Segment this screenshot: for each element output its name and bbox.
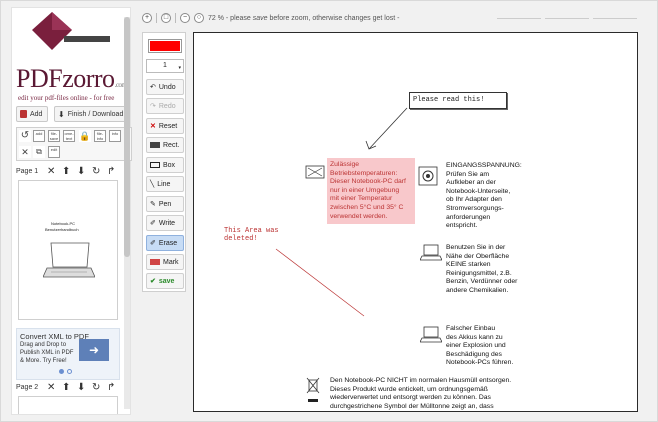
redo-button[interactable]: ↷ Redo [146, 98, 184, 114]
divider [175, 13, 176, 23]
left-panel: PDFzorro.com edit your pdf-files online … [11, 7, 132, 415]
zoom-reset-icon[interactable]: ○ [194, 13, 204, 23]
mark-button[interactable]: Mark [146, 254, 184, 270]
check-icon: ✔ [150, 278, 156, 285]
finish-download-label: Finish / Download [67, 110, 124, 118]
voltage-text: EINGANGSSPANNUNG: Prüfen Sie am Aufkleber … [446, 162, 522, 230]
edit-page-icon[interactable]: edit [48, 146, 60, 158]
add-page-icon[interactable]: add [33, 130, 45, 142]
redo-icon: ↷ [150, 103, 156, 110]
reset-button[interactable]: ✕ Reset [146, 118, 184, 134]
filled-rect-icon [150, 142, 160, 148]
disposal-text: Den Notebook-PC NICHT im normalen Hausmü… [330, 377, 512, 410]
pdfzorro-editor: PDFzorro.com edit your pdf-files online … [0, 0, 658, 422]
delete-page1-icon[interactable]: ✕ [45, 166, 57, 177]
pen-icon: ✎ [150, 201, 156, 208]
undo-button[interactable]: ↶ Undo [146, 79, 184, 95]
page2-toolbar: Page 2 ✕ ⬆ ⬇ ↻ ↱ [16, 382, 117, 393]
undo-icon: ↶ [150, 84, 156, 91]
page-tools-grid: ↺ add file-save ome-text 🔒 file-info inf… [16, 127, 132, 161]
line-button[interactable]: ╲ Line [146, 176, 184, 192]
page1-thumbnail[interactable]: Notebook-PC Benutzerhandbuch [18, 180, 118, 320]
finish-download-button[interactable]: ⬇ Finish / Download [54, 106, 130, 122]
add-button-label: Add [30, 110, 43, 118]
line-icon: ╲ [150, 181, 155, 188]
page1-toolbar: Page 1 ✕ ⬆ ⬇ ↻ ↱ [16, 166, 117, 177]
laptop-cleaning-icon [420, 244, 442, 261]
zoom-in-icon[interactable]: + [142, 13, 152, 23]
marker-icon [150, 259, 160, 265]
eraser-icon: ✐ [150, 240, 156, 247]
ad-line-4: & More. Try Free! [20, 358, 67, 364]
cleaning-text: Benutzen Sie in der Nähe der Oberfläche KE… [446, 244, 518, 294]
page2-thumbnail[interactable] [18, 396, 118, 414]
ad-dot[interactable] [67, 369, 72, 374]
temperature-warning-box: Zulässige Betriebstemperaturen: Dieser Not… [327, 158, 415, 225]
thumb-subtitle: Benutzerhandbuch [45, 227, 79, 232]
file-save-icon[interactable]: file-save [48, 130, 60, 142]
rect-button[interactable]: Rect. [146, 137, 184, 153]
logo-tagline: edit your pdf-files online - for free [18, 94, 115, 102]
box-outline-icon [150, 162, 160, 168]
info-icon[interactable]: info [109, 130, 121, 142]
logo-brand: PDFzorro.com [16, 64, 127, 93]
move-up-page1-icon[interactable]: ⬆ [60, 166, 72, 177]
box-button[interactable]: Box [146, 157, 184, 173]
write-icon: ✐ [150, 220, 156, 227]
deleted-note[interactable]: This Area was deleted! [224, 227, 279, 243]
add-file-icon [20, 110, 27, 118]
logo-icon [32, 12, 110, 50]
save-button[interactable]: ✔ save [146, 273, 184, 289]
color-picker[interactable] [148, 39, 182, 53]
rotate-page2-icon[interactable]: ↻ [90, 382, 102, 393]
page2-label: Page 2 [16, 384, 39, 391]
rotate-page1-icon[interactable]: ↻ [90, 166, 102, 177]
laptop-battery-icon [420, 326, 442, 343]
zoom-fit-icon[interactable]: □ [161, 13, 171, 23]
zoom-status: 72 % - please save before zoom, otherwis… [208, 14, 400, 22]
pdf-canvas[interactable]: Please read this! This Area was deleted! … [193, 32, 638, 412]
ad-arrow-icon[interactable]: ➜ [79, 339, 109, 361]
thumb-title: Notebook-PC [51, 221, 76, 226]
pen-button[interactable]: ✎ Pen [146, 196, 184, 212]
ad-line-2: Drag and Drop to [20, 342, 67, 348]
crossed-bin-icon [306, 377, 320, 402]
ad-banner[interactable]: Convert XML to PDF Drag and Drop to Publ… [16, 328, 120, 380]
page1-label: Page 1 [16, 168, 39, 175]
temperature-warning-icon [305, 165, 325, 179]
rotate-icon[interactable]: ↺ [19, 130, 31, 142]
zoom-bar: + □ − ○ 72 % - please save before zoom, … [142, 11, 399, 25]
lock-icon[interactable]: 🔒 [79, 130, 91, 142]
reset-x-icon: ✕ [150, 123, 156, 130]
edit-page1-icon[interactable]: ↱ [105, 166, 117, 177]
delete-page2-icon[interactable]: ✕ [45, 382, 57, 393]
top-right-fields [497, 13, 637, 19]
drawing-toolbar: 1 ▾ ↶ Undo ↷ Redo ✕ Reset Rect. Box ╲ Line ✎ P… [142, 32, 186, 292]
move-down-page2-icon[interactable]: ⬇ [75, 382, 87, 393]
battery-text: Falscher Einbau des Akkus kann zu einer Ex… [446, 325, 514, 367]
delete-page-icon[interactable]: ✕ [19, 146, 31, 158]
divider [156, 13, 157, 23]
left-scrollbar-thumb[interactable] [124, 17, 130, 257]
line-width-select[interactable]: 1 ▾ [146, 59, 184, 73]
color-swatch [150, 41, 180, 51]
write-button[interactable]: ✐ Write [146, 215, 184, 231]
move-up-page2-icon[interactable]: ⬆ [60, 382, 72, 393]
add-button[interactable]: Add [16, 106, 48, 122]
file-info-icon[interactable]: file-info [94, 130, 106, 142]
edit-page2-icon[interactable]: ↱ [105, 382, 117, 393]
zoom-out-icon[interactable]: − [180, 13, 190, 23]
laptop-image [43, 242, 95, 278]
move-down-page1-icon[interactable]: ⬇ [75, 166, 87, 177]
ad-dot-active[interactable] [59, 369, 64, 374]
ad-line-3: Publish XML in PDF [20, 350, 74, 356]
ome-text-icon[interactable]: ome-text [63, 130, 75, 142]
download-icon: ⬇ [58, 109, 65, 119]
erase-button[interactable]: ✐ Erase [146, 235, 184, 251]
annotation-lines [275, 107, 408, 317]
power-input-icon [418, 166, 438, 186]
copy-icon[interactable]: ⧉ [33, 146, 45, 158]
